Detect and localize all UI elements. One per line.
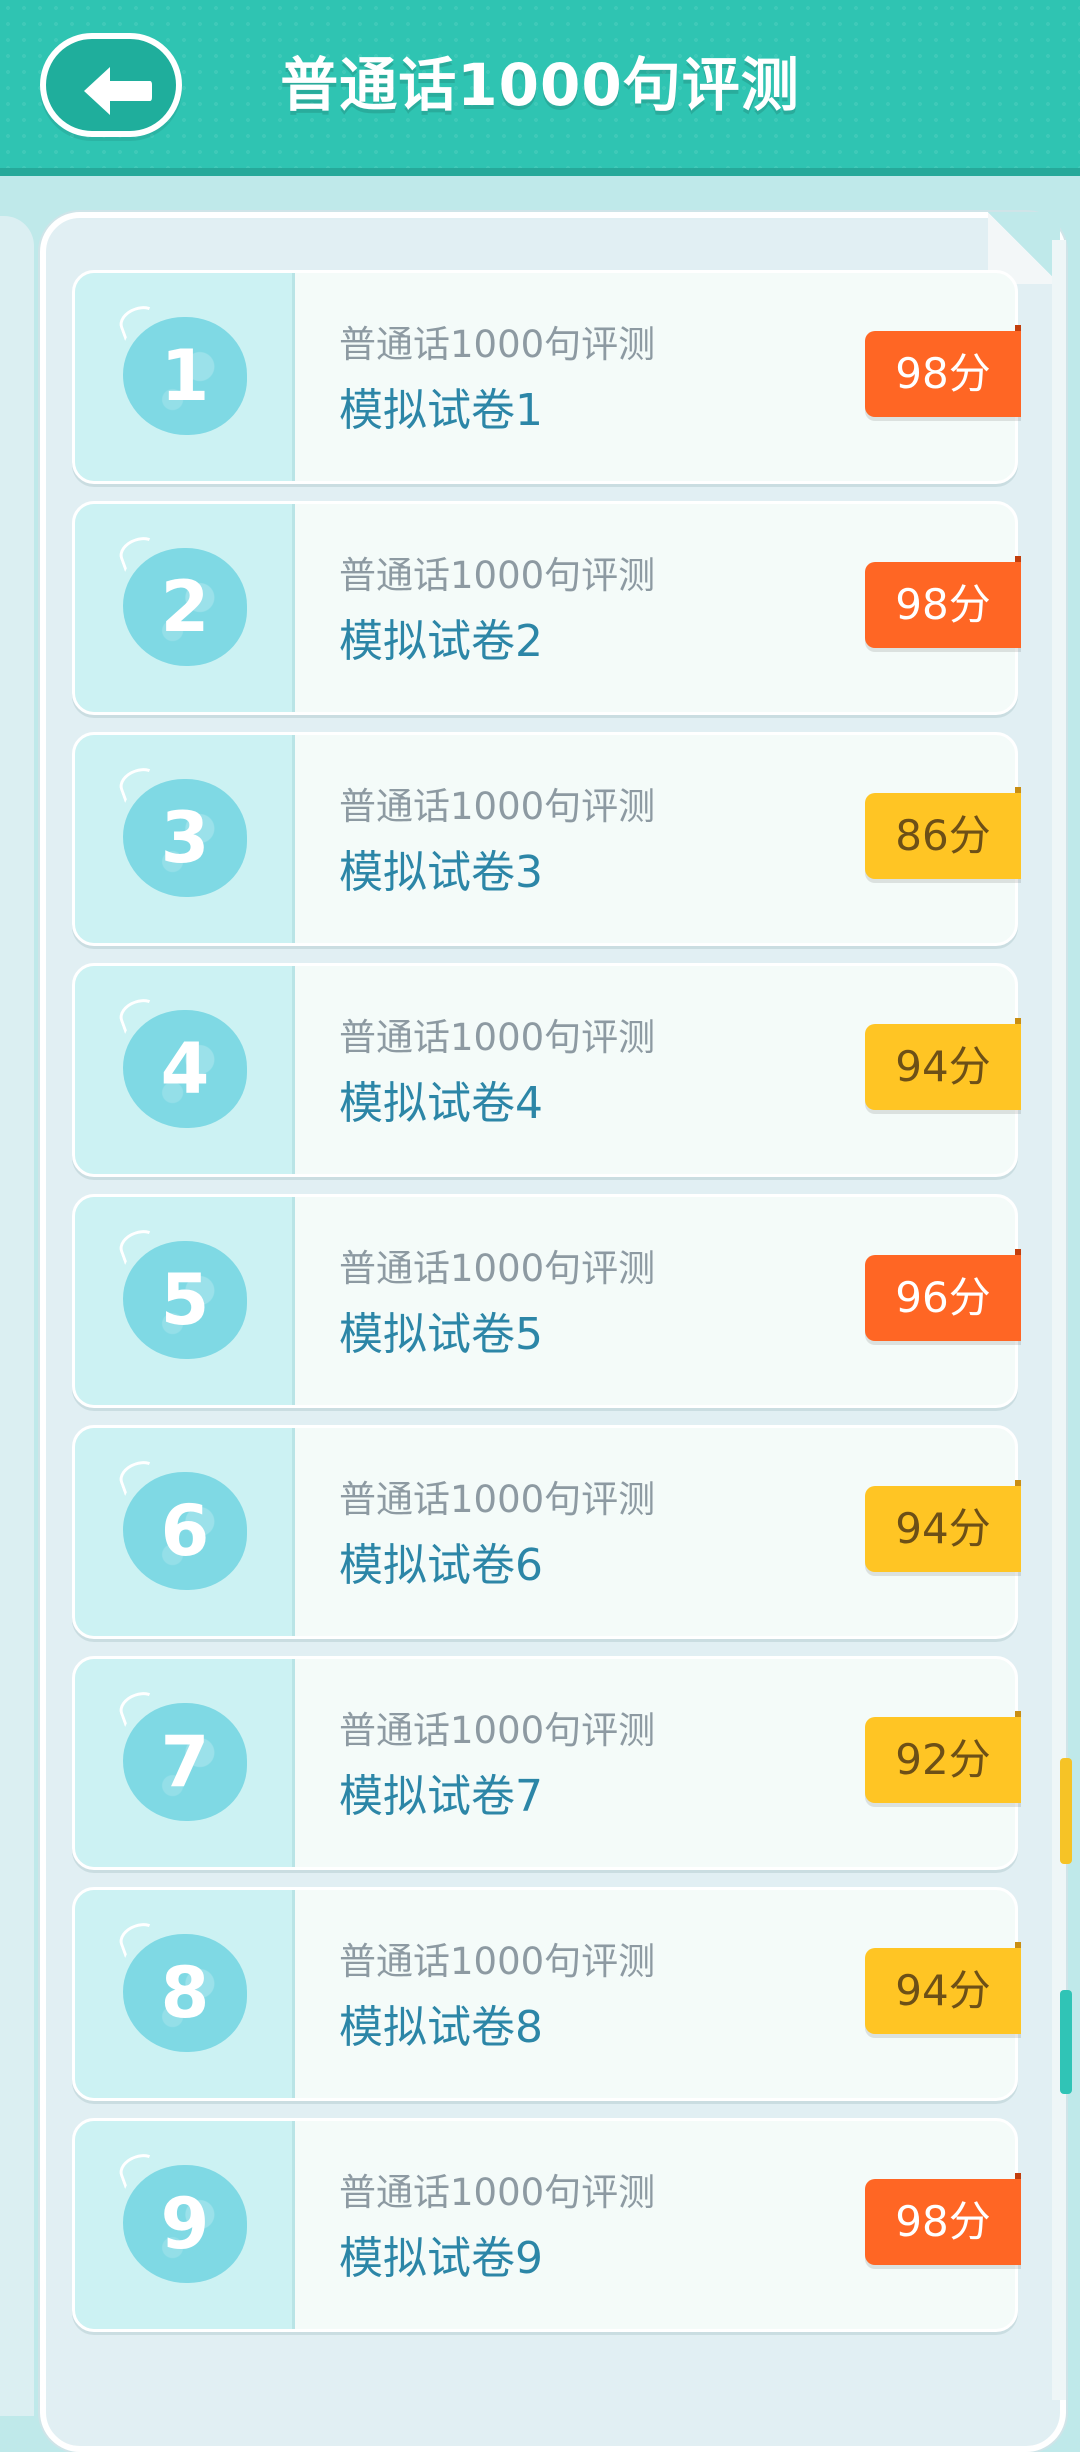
item-subtitle: 普通话1000句评测	[339, 1709, 656, 1752]
score-badge: 94分	[865, 1480, 1021, 1572]
exam-list: 1 普通话1000句评测 模拟试卷1 98分 2 普通话1000句评测 模拟试卷…	[72, 270, 1021, 2349]
item-number-area: 5	[75, 1197, 295, 1405]
item-title: 模拟试卷7	[339, 1771, 543, 1822]
item-title: 模拟试卷1	[339, 385, 543, 436]
list-item[interactable]: 5 普通话1000句评测 模拟试卷5 96分	[72, 1194, 1021, 1408]
item-number-area: 8	[75, 1890, 295, 2098]
item-title: 模拟试卷5	[339, 1309, 543, 1360]
item-subtitle: 普通话1000句评测	[339, 323, 656, 366]
item-title: 模拟试卷8	[339, 2002, 543, 2053]
item-subtitle: 普通话1000句评测	[339, 1016, 656, 1059]
score-badge: 94分	[865, 1942, 1021, 2034]
list-item[interactable]: 8 普通话1000句评测 模拟试卷8 94分	[72, 1887, 1021, 2101]
previous-page-edge	[0, 216, 34, 2416]
score-badge: 92分	[865, 1711, 1021, 1803]
page-title: 普通话1000句评测	[280, 51, 800, 119]
item-title: 模拟试卷9	[339, 2233, 543, 2284]
item-number-area: 9	[75, 2121, 295, 2329]
list-item[interactable]: 7 普通话1000句评测 模拟试卷7 92分	[72, 1656, 1021, 1870]
score-badge: 86分	[865, 787, 1021, 879]
list-item[interactable]: 2 普通话1000句评测 模拟试卷2 98分	[72, 501, 1021, 715]
list-item[interactable]: 1 普通话1000句评测 模拟试卷1 98分	[72, 270, 1021, 484]
item-subtitle: 普通话1000句评测	[339, 785, 656, 828]
score-badge: 98分	[865, 325, 1021, 417]
score-badge: 98分	[865, 556, 1021, 648]
list-item[interactable]: 6 普通话1000句评测 模拟试卷6 94分	[72, 1425, 1021, 1639]
item-number-area: 1	[75, 273, 295, 481]
item-title: 模拟试卷2	[339, 616, 543, 667]
app-header: 普通话1000句评测	[0, 0, 1080, 176]
item-number-area: 7	[75, 1659, 295, 1867]
item-subtitle: 普通话1000句评测	[339, 1247, 656, 1290]
score-badge: 94分	[865, 1018, 1021, 1110]
score-badge: 98分	[865, 2173, 1021, 2265]
item-title: 模拟试卷6	[339, 1540, 543, 1591]
item-number-area: 6	[75, 1428, 295, 1636]
score-badge: 96分	[865, 1249, 1021, 1341]
item-title: 模拟试卷4	[339, 1078, 543, 1129]
scroll-indicator-teal	[1060, 1990, 1072, 2094]
item-number-area: 2	[75, 504, 295, 712]
item-subtitle: 普通话1000句评测	[339, 1940, 656, 1983]
item-subtitle: 普通话1000句评测	[339, 1478, 656, 1521]
list-item[interactable]: 4 普通话1000句评测 模拟试卷4 94分	[72, 963, 1021, 1177]
scroll-indicator-yellow	[1060, 1758, 1072, 1864]
item-number-area: 4	[75, 966, 295, 1174]
item-subtitle: 普通话1000句评测	[339, 2171, 656, 2214]
list-item[interactable]: 9 普通话1000句评测 模拟试卷9 98分	[72, 2118, 1021, 2332]
item-subtitle: 普通话1000句评测	[339, 554, 656, 597]
item-number-area: 3	[75, 735, 295, 943]
item-title: 模拟试卷3	[339, 847, 543, 898]
list-item[interactable]: 3 普通话1000句评测 模拟试卷3 86分	[72, 732, 1021, 946]
